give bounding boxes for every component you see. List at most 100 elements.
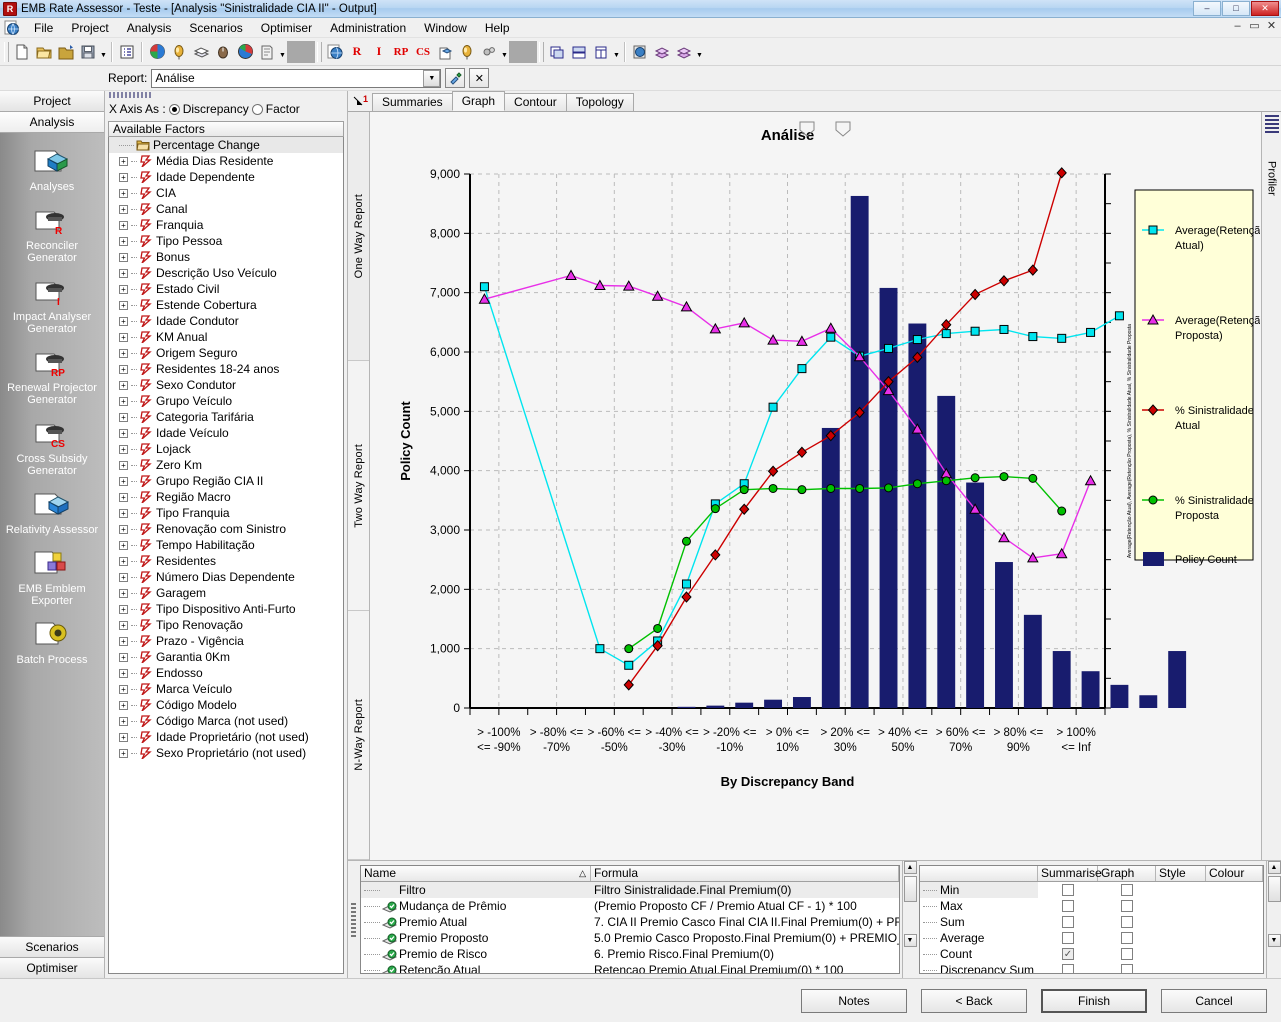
expand-plus-icon[interactable]: +	[119, 220, 128, 230]
summary-grid-rows[interactable]: Min Max Sum Average Count ✓ Discrepancy Sum	[920, 882, 1263, 973]
table-row[interactable]: Discrepancy Sum	[920, 962, 1263, 973]
expand-plus-icon[interactable]: +	[119, 316, 128, 326]
mouse-icon[interactable]	[212, 41, 234, 63]
factor-tree-item[interactable]: + Sexo Proprietário (not used)	[109, 745, 343, 761]
expand-plus-icon[interactable]: +	[119, 604, 128, 614]
factor-tree-item[interactable]: + CIA	[109, 185, 343, 201]
summary-grid-scrollbar[interactable]: ▲ ▼	[1266, 861, 1281, 978]
expand-plus-icon[interactable]: +	[119, 588, 128, 598]
column-graph[interactable]: Graph	[1098, 866, 1156, 881]
gears-icon[interactable]	[478, 41, 500, 63]
chart-marker[interactable]	[941, 329, 951, 339]
renewal-rp-icon[interactable]: RP	[390, 41, 412, 63]
factor-tree-item[interactable]: + Canal	[109, 201, 343, 217]
chart-bar[interactable]	[937, 395, 956, 708]
chart-marker[interactable]	[710, 504, 720, 514]
table-row[interactable]: Premio de Risco 6. Premio Risco.Final Pre…	[361, 946, 899, 962]
table-row[interactable]: Mudança de Prêmio (Premio Proposto CF / P…	[361, 898, 899, 914]
expand-plus-icon[interactable]: +	[119, 348, 128, 358]
expand-plus-icon[interactable]: +	[119, 300, 128, 310]
table-row[interactable]: Average	[920, 930, 1263, 946]
expand-plus-icon[interactable]: +	[119, 364, 128, 374]
column-summarise[interactable]: Summarise	[1038, 866, 1102, 881]
scroll-thumb[interactable]	[1267, 876, 1281, 902]
tile-horizontal-icon[interactable]	[546, 41, 568, 63]
factor-tree-item[interactable]: + Grupo Veículo	[109, 393, 343, 409]
factors-panel-grip[interactable]	[105, 91, 347, 99]
factor-tree-item[interactable]: + Grupo Região CIA II	[109, 473, 343, 489]
checkbox-summarise[interactable]	[1062, 916, 1074, 928]
expand-plus-icon[interactable]: +	[119, 444, 128, 454]
summary-grid[interactable]: Summarise Graph Style Colour Min Max Sum Av…	[919, 865, 1264, 974]
expand-plus-icon[interactable]: +	[119, 172, 128, 182]
checkbox-graph[interactable]	[1121, 900, 1133, 912]
expand-plus-icon[interactable]: +	[119, 156, 128, 166]
chart-marker[interactable]	[999, 472, 1009, 482]
bottom-panel-grip[interactable]	[348, 861, 358, 978]
chart-marker[interactable]	[624, 660, 634, 670]
factor-tree-item[interactable]: + Idade Proprietário (not used)	[109, 729, 343, 745]
column-name[interactable]: Name △	[361, 866, 591, 881]
checkbox-graph[interactable]	[1121, 932, 1133, 944]
factor-tree-item[interactable]: + Residentes 18-24 anos	[109, 361, 343, 377]
expand-plus-icon[interactable]: +	[119, 204, 128, 214]
factor-tree-item[interactable]: + Tempo Habilitação	[109, 537, 343, 553]
expand-plus-icon[interactable]: +	[119, 380, 128, 390]
balloon-icon[interactable]	[168, 41, 190, 63]
chart-bar[interactable]	[995, 562, 1013, 708]
book2-icon[interactable]	[673, 41, 695, 63]
expand-plus-icon[interactable]: +	[119, 540, 128, 550]
expand-plus-icon[interactable]: +	[119, 668, 128, 678]
vtab-two-way-report[interactable]: Two Way Report	[348, 361, 369, 611]
chevron-down-icon[interactable]: ▼	[423, 69, 441, 87]
chart-marker[interactable]	[797, 364, 807, 374]
nav-tab-optimiser[interactable]: Optimiser	[0, 957, 104, 978]
scroll-down-button[interactable]: ▼	[1267, 934, 1281, 947]
nav-item-batch-process[interactable]: Batch Process	[0, 616, 104, 666]
checkbox-graph[interactable]	[1121, 964, 1133, 973]
chart-marker[interactable]	[826, 483, 836, 493]
checkbox-summarise[interactable]	[1062, 964, 1074, 973]
notes-button[interactable]: Notes	[801, 988, 907, 1013]
column-colour[interactable]: Colour	[1206, 866, 1263, 881]
expand-plus-icon[interactable]: +	[119, 652, 128, 662]
factor-tree-item[interactable]: + Média Dias Residente	[109, 153, 343, 169]
nav-item-emb-emblem-exporter[interactable]: EMB Emblem Exporter	[0, 545, 104, 607]
layers-icon[interactable]	[190, 41, 212, 63]
chart-marker[interactable]	[1114, 311, 1124, 321]
checkbox-graph[interactable]	[1121, 884, 1133, 896]
scroll-up-button[interactable]: ▲	[903, 861, 917, 874]
factors-tree[interactable]: Percentage Change + Média Dias Residente + I…	[108, 137, 344, 974]
expand-plus-icon[interactable]: +	[119, 572, 128, 582]
chart-bar[interactable]	[850, 195, 869, 708]
expand-plus-icon[interactable]: +	[119, 492, 128, 502]
pie-chart-icon[interactable]	[234, 41, 256, 63]
chart-marker[interactable]	[653, 623, 663, 633]
cancel-button[interactable]: Cancel	[1161, 988, 1267, 1013]
expand-plus-icon[interactable]: +	[119, 732, 128, 742]
factor-tree-item[interactable]: + Tipo Franquia	[109, 505, 343, 521]
chart-bar[interactable]	[1139, 695, 1158, 708]
maximize-button[interactable]: □	[1222, 1, 1250, 16]
formula-grid[interactable]: Name △ Formula Filtro Filtro Sinistralidad…	[360, 865, 900, 974]
profiler-grip[interactable]	[1264, 115, 1279, 135]
factor-tree-item[interactable]: + Origem Seguro	[109, 345, 343, 361]
balloon-icon[interactable]	[456, 41, 478, 63]
chart-bar[interactable]	[1168, 651, 1187, 708]
chart-marker[interactable]	[1028, 332, 1038, 342]
factor-tree-item[interactable]: + Renovação com Sinistro	[109, 521, 343, 537]
factor-tree-item[interactable]: + Tipo Dispositivo Anti-Furto	[109, 601, 343, 617]
charts-dropdown-arrow[interactable]: ▼	[278, 41, 287, 63]
tab-contour[interactable]: Contour	[504, 93, 567, 111]
nav-item-relativity-assessor[interactable]: Relativity Assessor	[0, 486, 104, 536]
chart-bar[interactable]	[908, 323, 927, 708]
chart-marker[interactable]	[855, 483, 865, 493]
table-row[interactable]: Premio Atual 7. CIA II Premio Casco Final…	[361, 914, 899, 930]
chart-marker[interactable]	[624, 644, 634, 654]
vtab-n-way-report[interactable]: N-Way Report	[348, 610, 369, 860]
mdi-close-button[interactable]: ✕	[1265, 20, 1278, 33]
back-button[interactable]: < Back	[921, 988, 1027, 1013]
expand-plus-icon[interactable]: +	[119, 508, 128, 518]
chart-marker[interactable]	[912, 479, 922, 489]
scroll-thumb[interactable]	[903, 876, 917, 902]
